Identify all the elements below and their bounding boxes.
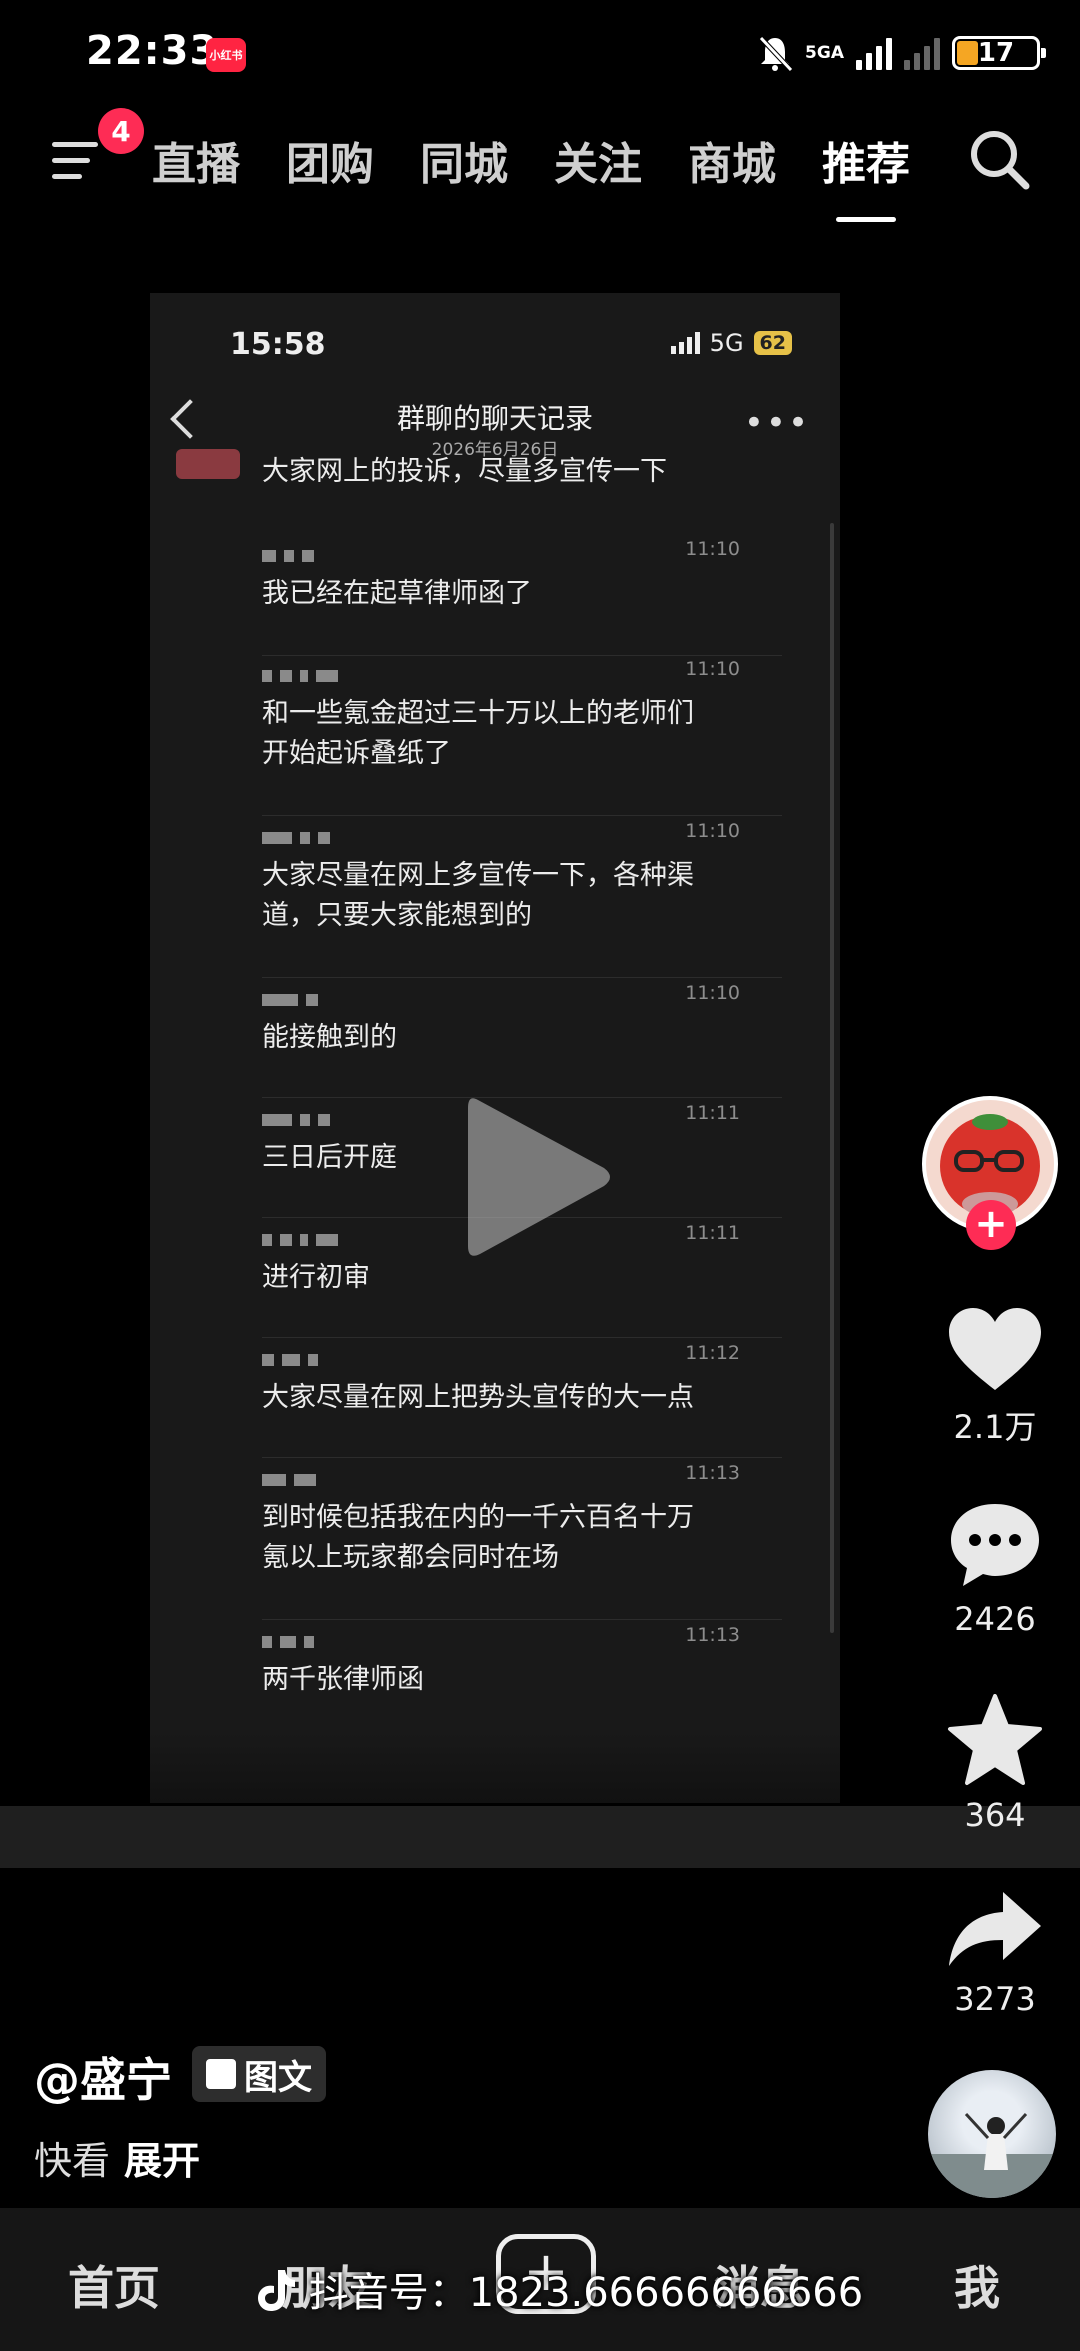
expand-button[interactable]: 展开 <box>124 2139 200 2183</box>
message-time: 11:11 <box>685 1222 740 1244</box>
screenshot-status: 5G 62 <box>670 329 792 357</box>
screenshot-network: 5G <box>709 329 744 357</box>
douyin-watermark: 抖音号：1823.66666666666 <box>256 2260 863 2318</box>
caption: 快看 展开 <box>34 2130 200 2185</box>
chat-message: 11:10 能接触到的 <box>262 982 740 1058</box>
message-time: 11:11 <box>685 1102 740 1124</box>
tab-group-buy[interactable]: 团购 <box>286 128 374 192</box>
mute-bell-icon <box>759 36 793 72</box>
share-button[interactable]: 3273 <box>930 1888 1060 2018</box>
sender-name-blurred <box>262 668 702 684</box>
favorite-count: 364 <box>964 1796 1026 1834</box>
sender-name-blurred <box>262 830 702 846</box>
divider <box>262 1457 782 1458</box>
search-icon[interactable] <box>964 124 1036 196</box>
tab-following[interactable]: 关注 <box>554 128 642 192</box>
like-button[interactable]: 2.1万 <box>930 1306 1060 1448</box>
nav-me[interactable]: 我 <box>954 2252 1000 2318</box>
author-name[interactable]: @盛宁 <box>34 2044 172 2110</box>
chat-more-icon: ••• <box>743 403 810 443</box>
top-tabs: 直播 团购 同城 关注 商城 推荐 <box>152 128 910 222</box>
sender-name-blurred <box>262 1352 702 1368</box>
like-count: 2.1万 <box>953 1408 1037 1446</box>
message-time: 11:10 <box>685 538 740 560</box>
divider <box>262 977 782 978</box>
message-text: 我已经在起草律师函了 <box>262 578 532 609</box>
screenshot-time: 15:58 <box>230 327 326 362</box>
message-text: 大家尽量在网上多宣传一下，各种渠道，只要大家能想到的 <box>262 860 694 931</box>
douyin-logo-icon <box>258 2270 295 2311</box>
signal-icon <box>856 36 892 70</box>
message-text: 大家尽量在网上把势头宣传的大一点 <box>262 1382 694 1413</box>
comment-button[interactable]: 2426 <box>930 1500 1060 1638</box>
share-count: 3273 <box>954 1980 1036 2018</box>
screenshot-battery: 62 <box>753 331 792 355</box>
message-time: 11:13 <box>685 1624 740 1646</box>
chat-title: 群聊的聊天记录 <box>396 402 593 435</box>
status-icons: 5GA 17 <box>757 30 1046 76</box>
chat-scrollbar <box>830 523 834 1633</box>
chat-message: 11:13 两千张律师函 <box>262 1624 740 1700</box>
chat-message-partial: 大家网上的投诉，尽量多宣传一下 <box>262 456 667 487</box>
chat-message: 11:10 大家尽量在网上多宣传一下，各种渠道，只要大家能想到的 <box>262 820 740 936</box>
tab-live[interactable]: 直播 <box>152 128 240 192</box>
share-icon <box>949 1892 1041 1966</box>
message-text: 到时候包括我在内的一千六百名十万氪以上玩家都会同时在场 <box>262 1502 694 1573</box>
battery-level: 17 <box>977 38 1015 68</box>
chat-message: 11:10 和一些氪金超过三十万以上的老师们开始起诉叠纸了 <box>262 658 740 774</box>
video-content[interactable]: 15:58 5G 62 群聊的聊天记录 2026年6月26日 ••• 大家网上的… <box>150 293 840 1803</box>
status-time: 22:33 <box>86 28 219 74</box>
comment-count: 2426 <box>954 1600 1036 1638</box>
chat-message: 11:13 到时候包括我在内的一千六百名十万氪以上玩家都会同时在场 <box>262 1462 740 1578</box>
sender-name-blurred <box>262 1472 702 1488</box>
message-time: 11:12 <box>685 1342 740 1364</box>
divider <box>262 1619 782 1620</box>
message-text: 和一些氪金超过三十万以上的老师们开始起诉叠纸了 <box>262 698 694 769</box>
follow-plus-button[interactable]: + <box>966 1200 1016 1250</box>
video-fade <box>150 1733 840 1803</box>
post-type-label: 图文 <box>244 2057 312 2098</box>
tab-recommend[interactable]: 推荐 <box>822 128 910 222</box>
network-type: 5GA <box>805 42 844 63</box>
sender-name-blurred <box>262 992 702 1008</box>
sender-avatar <box>176 449 240 479</box>
chat-message: 11:10 我已经在起草律师函了 <box>262 538 740 614</box>
app-notification-icon: 小红书 <box>206 38 246 72</box>
signal-2-icon <box>904 36 940 70</box>
image-post-icon <box>206 2059 236 2089</box>
screenshot-signal-icon <box>670 332 700 354</box>
message-time: 11:13 <box>685 1462 740 1484</box>
nav-home[interactable]: 首页 <box>68 2252 160 2318</box>
message-time: 11:10 <box>685 658 740 680</box>
caption-text: 快看 <box>34 2139 111 2183</box>
comment-icon <box>951 1504 1039 1586</box>
favorite-button[interactable]: 364 <box>930 1694 1060 1834</box>
chat-message: 11:12 大家尽量在网上把势头宣传的大一点 <box>262 1342 740 1418</box>
watermark-text: 抖音号：1823.66666666666 <box>308 2270 864 2316</box>
notification-badge: 4 <box>98 108 144 154</box>
message-text: 两千张律师函 <box>262 1664 424 1695</box>
play-icon[interactable] <box>458 1082 618 1272</box>
sender-name-blurred <box>262 1634 702 1650</box>
divider <box>262 1337 782 1338</box>
post-type-badge: 图文 <box>192 2046 326 2102</box>
battery-icon: 17 <box>952 36 1046 70</box>
message-time: 11:10 <box>685 820 740 842</box>
message-time: 11:10 <box>685 982 740 1004</box>
star-icon <box>948 1694 1042 1785</box>
music-disc[interactable] <box>928 2070 1056 2198</box>
message-text: 能接触到的 <box>262 1022 397 1053</box>
sender-name-blurred <box>262 548 702 564</box>
divider <box>262 815 782 816</box>
tab-local[interactable]: 同城 <box>420 128 508 192</box>
music-cover-image <box>928 2112 1056 2198</box>
tab-mall[interactable]: 商城 <box>688 128 776 192</box>
divider <box>262 655 782 656</box>
heart-icon <box>949 1308 1041 1390</box>
video-progress-area[interactable] <box>0 1806 1080 1868</box>
